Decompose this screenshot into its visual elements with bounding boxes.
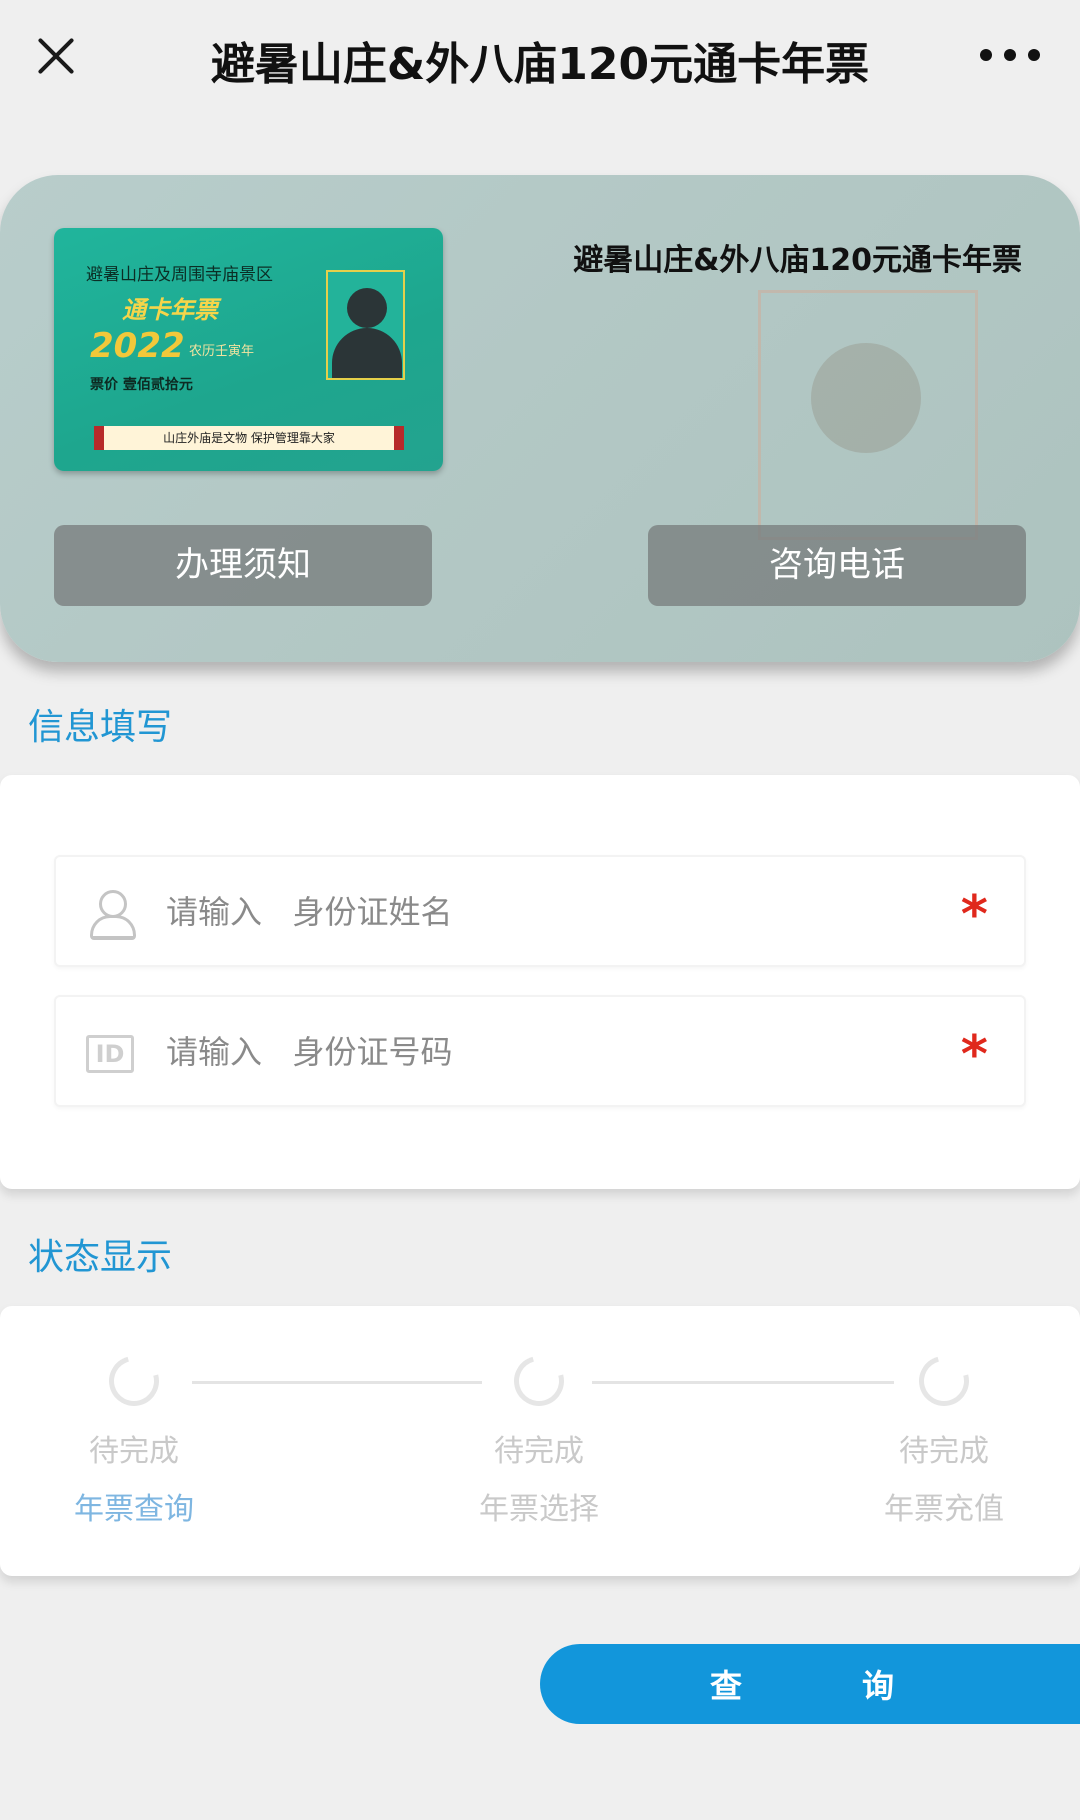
- ticket-card-slogan: 山庄外庙是文物 保护管理靠大家: [94, 426, 404, 450]
- notice-button[interactable]: 办理须知: [54, 525, 432, 606]
- ticket-card-lunar: 农历壬寅年: [189, 344, 255, 359]
- page-title: 避暑山庄&外八庙120元通卡年票: [210, 39, 870, 90]
- ticket-card-price: 票价 壹佰贰拾元: [90, 377, 193, 393]
- navbar: 避暑山庄&外八庙120元通卡年票: [0, 0, 1080, 120]
- step-label: 年票选择: [479, 1492, 599, 1527]
- close-icon[interactable]: [30, 30, 80, 80]
- step-label: 年票充值: [884, 1492, 1004, 1527]
- ticket-card-org: 避暑山庄及周围寺庙景区: [86, 265, 273, 285]
- step-select: 待完成 年票选择: [459, 1346, 619, 1528]
- loading-spinner-icon: [99, 1346, 169, 1416]
- ticket-title: 避暑山庄&外八庙120元通卡年票: [573, 243, 1022, 278]
- step-connector: [192, 1381, 482, 1384]
- phone-button[interactable]: 咨询电话: [648, 525, 1026, 606]
- step-recharge: 待完成 年票充值: [864, 1346, 1024, 1528]
- id-card-icon: ID: [86, 1035, 134, 1073]
- status-section-title: 状态显示: [28, 1237, 173, 1278]
- ticket-card-name: 通卡年票: [122, 296, 218, 324]
- avatar-placeholder-icon: [326, 270, 405, 380]
- ticket-header-card: 避暑山庄及周围寺庙景区 通卡年票 2022 农历壬寅年 票价 壹佰贰拾元 山庄外…: [0, 175, 1080, 662]
- ticket-card-image: 避暑山庄及周围寺庙景区 通卡年票 2022 农历壬寅年 票价 壹佰贰拾元 山庄外…: [54, 228, 443, 471]
- step-state: 待完成: [89, 1434, 179, 1469]
- more-dots-icon[interactable]: [980, 40, 1040, 70]
- form-card: * ID *: [0, 775, 1080, 1189]
- background-photo-decoration: [758, 290, 978, 540]
- id-number-input[interactable]: [166, 1017, 946, 1087]
- step-connector: [592, 1381, 894, 1384]
- form-section-title: 信息填写: [28, 707, 173, 748]
- user-icon: [86, 887, 136, 940]
- name-input[interactable]: [166, 877, 946, 947]
- loading-spinner-icon: [909, 1346, 979, 1416]
- step-label: 年票查询: [74, 1492, 194, 1527]
- step-state: 待完成: [899, 1434, 989, 1469]
- query-button[interactable]: 查询: [540, 1644, 1080, 1724]
- ticket-card-year: 2022: [90, 326, 185, 366]
- name-field[interactable]: *: [54, 855, 1026, 967]
- required-mark: *: [960, 885, 988, 945]
- loading-spinner-icon: [504, 1346, 574, 1416]
- id-field[interactable]: ID *: [54, 995, 1026, 1107]
- status-card: 待完成 年票查询 待完成 年票选择 待完成 年票充值: [0, 1306, 1080, 1576]
- required-mark: *: [960, 1025, 988, 1085]
- step-query: 待完成 年票查询: [54, 1346, 214, 1528]
- step-state: 待完成: [494, 1434, 584, 1469]
